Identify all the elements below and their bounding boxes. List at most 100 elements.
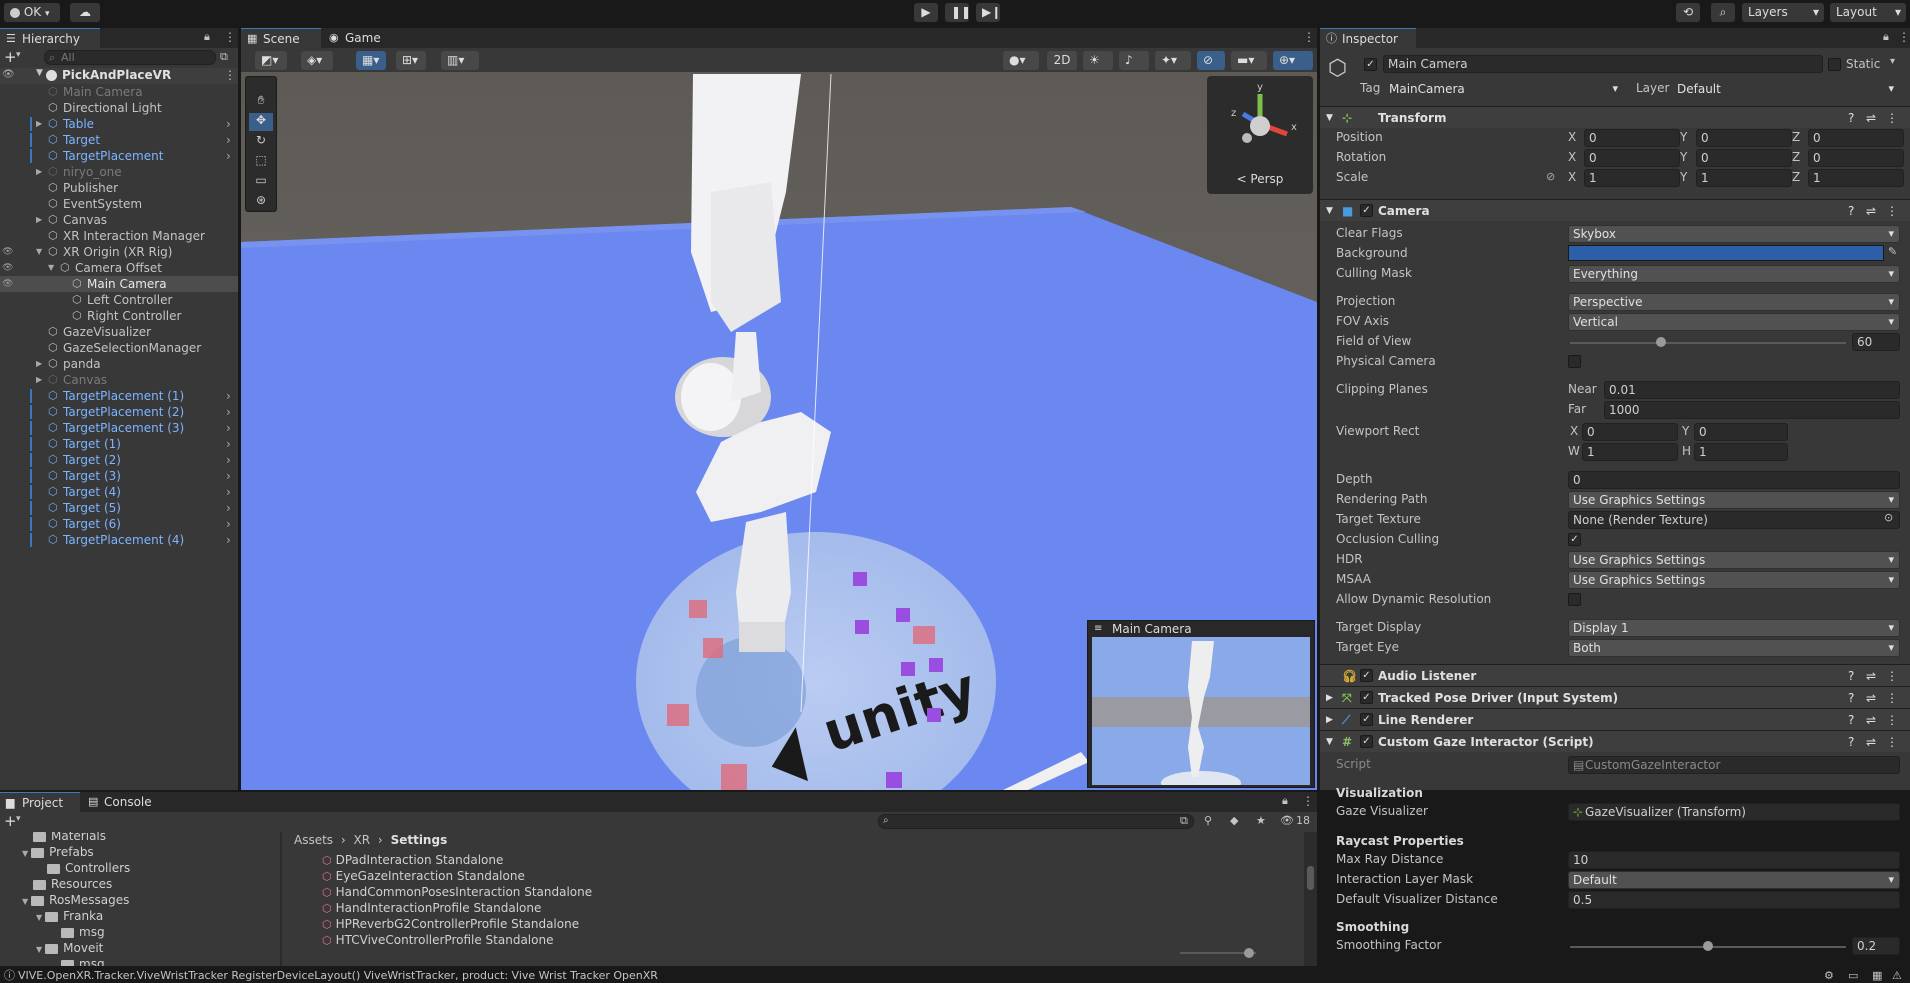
hierarchy-item[interactable]: ⬡ TargetPlacement (1) › [0, 388, 238, 404]
hierarchy-item[interactable]: ⬡ Main Camera 👁︎ [0, 276, 238, 292]
scale-y-input[interactable]: 1 [1696, 169, 1792, 187]
hierarchy-item[interactable]: ▶ ⬡ niryo_one [0, 164, 238, 180]
expand-arrow-icon[interactable]: ▼ [36, 945, 42, 954]
expand-arrow-icon[interactable]: ▼ [48, 260, 54, 276]
hierarchy-item[interactable]: ▶ ⬡ Canvas [0, 372, 238, 388]
chevron-right-icon[interactable]: › [226, 420, 231, 436]
expand-arrow-icon[interactable]: ▼ [22, 849, 28, 858]
add-icon[interactable]: + [4, 48, 17, 66]
projection-toggle[interactable]: < Persp [1207, 172, 1313, 186]
smoothing-factor-input[interactable]: 0.2 [1852, 937, 1900, 955]
chevron-right-icon[interactable]: › [226, 468, 231, 484]
more-icon[interactable]: ⋮ [1886, 665, 1898, 687]
hierarchy-item[interactable]: ▶ ⬡ Table › [0, 116, 238, 132]
scale-tool-button[interactable]: ⬚ [249, 153, 273, 171]
more-icon[interactable]: ⋮ [1886, 731, 1898, 753]
breadcrumb-xr[interactable]: XR [354, 833, 371, 847]
visibility-icon[interactable]: 👁︎ [2, 260, 13, 276]
rotation-x-input[interactable]: 0 [1584, 149, 1680, 167]
expand-arrow-icon[interactable]: ▶ [1326, 687, 1333, 709]
expand-arrow-icon[interactable]: ▶ [1326, 709, 1333, 731]
asset-file[interactable]: ⬡ HPReverbG2ControllerProfile Standalone [322, 916, 579, 932]
asset-file[interactable]: ⬡ EyeGazeInteraction Standalone [322, 868, 525, 884]
background-color-field[interactable] [1568, 245, 1884, 261]
hierarchy-item[interactable]: ⬡ TargetPlacement (2) › [0, 404, 238, 420]
chevron-right-icon[interactable]: › [226, 500, 231, 516]
expand-arrow-icon[interactable]: ▼ [36, 244, 42, 260]
more-icon[interactable]: ⋮ [224, 30, 236, 44]
help-icon[interactable]: ? [1848, 731, 1854, 753]
hidden-packages-icon[interactable]: 👁︎ [1280, 814, 1294, 827]
line-renderer-checkbox[interactable]: ✓ [1360, 713, 1373, 726]
scene-root-row[interactable]: 👁︎ ▼ PickAndPlaceVR ⋮ [0, 68, 238, 84]
preset-icon[interactable]: ⇌ [1866, 687, 1876, 709]
move-tool-button[interactable]: ✥ [249, 113, 273, 131]
snap-increment-button[interactable]: ⊞▾ [396, 51, 426, 70]
physical-camera-checkbox[interactable] [1568, 355, 1581, 368]
rotation-y-input[interactable]: 0 [1696, 149, 1792, 167]
hierarchy-item[interactable]: ⬡ Right Controller [0, 308, 238, 324]
shading-mode-button[interactable]: ●▾ [1003, 51, 1039, 70]
rotation-z-input[interactable]: 0 [1808, 149, 1904, 167]
tracked-pose-header[interactable]: ▶ ⤧ ✓ Tracked Pose Driver (Input System)… [1320, 686, 1910, 708]
lock-icon[interactable]: 🔒︎ [204, 30, 210, 44]
scene-viewport[interactable]: unity ✋︎ ✥ ↻ ⬚ ▭ ⊛ y x z < Persp ≡ Main … [241, 72, 1317, 790]
expand-arrow-icon[interactable]: ▼ [1326, 731, 1333, 753]
audio-listener-header[interactable]: 🎧︎ ✓ Audio Listener ? ⇌ ⋮ [1320, 664, 1910, 686]
more-icon[interactable]: ⋮ [1886, 200, 1898, 222]
position-y-label[interactable]: Y [1680, 130, 1687, 144]
hierarchy-item[interactable]: ⬡ GazeVisualizer [0, 324, 238, 340]
hierarchy-item[interactable]: ⬡ Target (2) › [0, 452, 238, 468]
hierarchy-item[interactable]: ⬡ Target (1) › [0, 436, 238, 452]
more-icon[interactable]: ⋮ [1302, 794, 1314, 808]
vp-y-input[interactable]: 0 [1694, 423, 1788, 441]
position-z-input[interactable]: 0 [1808, 129, 1904, 147]
layer-mask-dropdown[interactable]: Default [1568, 871, 1900, 889]
layout-dropdown[interactable]: Layout ▾ [1830, 3, 1906, 22]
tab-game[interactable]: ◉ Game [323, 28, 393, 48]
position-x-label[interactable]: X [1568, 130, 1576, 144]
vp-x-input[interactable]: 0 [1582, 423, 1678, 441]
more-icon[interactable]: ⋮ [1303, 30, 1315, 44]
expand-arrow-icon[interactable]: ▼ [1326, 200, 1333, 222]
rotate-tool-button[interactable]: ↻ [249, 133, 273, 151]
project-folder[interactable]: msg [50, 956, 105, 966]
chevron-right-icon[interactable]: › [226, 148, 231, 164]
default-distance-input[interactable]: 0.5 [1568, 891, 1900, 909]
search-by-type-icon[interactable]: ⧉ [1180, 814, 1188, 828]
drag-handle-icon[interactable]: ≡ [1094, 621, 1102, 637]
chevron-right-icon[interactable]: › [226, 388, 231, 404]
help-icon[interactable]: ? [1848, 687, 1854, 709]
add-icon[interactable]: + [4, 812, 17, 830]
preset-icon[interactable]: ⇌ [1866, 200, 1876, 222]
draw-mode-button[interactable]: ◩▾ [255, 51, 287, 70]
project-search-input[interactable]: ⌕ [878, 814, 1194, 829]
rendering-path-dropdown[interactable]: Use Graphics Settings [1568, 491, 1900, 509]
play-button[interactable]: ▶ [914, 3, 938, 22]
visibility-icon[interactable]: 👁︎ [2, 244, 13, 260]
hdr-dropdown[interactable]: Use Graphics Settings [1568, 551, 1900, 569]
asset-file[interactable]: ⬡ HandInteractionProfile Standalone [322, 900, 541, 916]
hierarchy-item[interactable]: ▶ ⬡ panda [0, 356, 238, 372]
more-icon[interactable]: ⋮ [224, 68, 236, 82]
dynamic-resolution-checkbox[interactable] [1568, 593, 1581, 606]
active-checkbox[interactable]: ✓ [1364, 58, 1377, 71]
gaze-script-header[interactable]: ▼ # ✓ Custom Gaze Interactor (Script) ? … [1320, 730, 1910, 752]
chevron-right-icon[interactable]: › [226, 484, 231, 500]
rotation-x-label[interactable]: X [1568, 150, 1576, 164]
more-icon[interactable]: ⋮ [1886, 709, 1898, 731]
vp-h-input[interactable]: 1 [1694, 443, 1788, 461]
debug-icon[interactable]: ⚙ [1824, 968, 1834, 983]
hierarchy-item[interactable]: ▶ ⬡ Canvas [0, 212, 238, 228]
scale-z-label[interactable]: Z [1792, 170, 1800, 184]
vp-w-input[interactable]: 1 [1582, 443, 1678, 461]
far-input[interactable]: 1000 [1604, 401, 1900, 419]
status-bar[interactable]: ⓘ VIVE.OpenXR.Tracker.ViveWristTracker R… [0, 968, 1910, 983]
expand-arrow-icon[interactable]: ▶ [36, 116, 42, 132]
position-z-label[interactable]: Z [1792, 130, 1800, 144]
asset-file[interactable]: ⬡ HTCViveControllerProfile Standalone [322, 932, 553, 948]
chevron-right-icon[interactable]: › [226, 516, 231, 532]
hierarchy-item[interactable]: ⬡ Publisher [0, 180, 238, 196]
tab-hierarchy[interactable]: ☰ Hierarchy [0, 28, 100, 48]
clear-flags-dropdown[interactable]: Skybox [1568, 225, 1900, 243]
